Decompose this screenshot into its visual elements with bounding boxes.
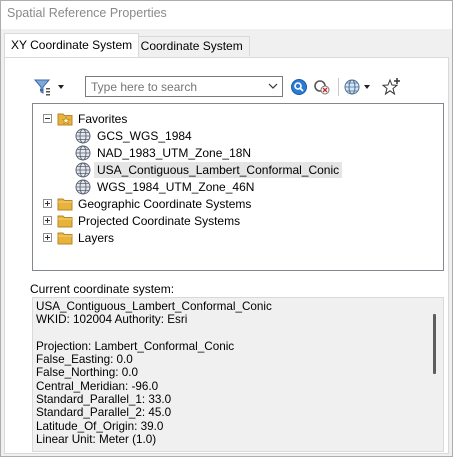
details-line: Latitude_Of_Origin: 39.0: [36, 419, 164, 433]
coordinate-system-tree[interactable]: Favorites GCS_WGS_1984 NAD_1983_UTM_Zone…: [32, 103, 444, 271]
filter-icon: [33, 79, 64, 96]
globe-icon: [75, 162, 91, 177]
tree-node-label: Geographic Coordinate Systems: [78, 196, 252, 211]
search-icon: [291, 79, 307, 95]
details-line: Linear Unit: Meter (1.0): [36, 432, 157, 446]
details-line: USA_Contiguous_Lambert_Conformal_Conic: [36, 300, 272, 313]
details-line: False_Northing: 0.0: [36, 366, 138, 380]
globe-dropdown-icon: [344, 79, 370, 95]
filter-button[interactable]: [31, 76, 71, 98]
tree-node-favorites[interactable]: Favorites: [43, 110, 127, 127]
search-input[interactable]: [89, 78, 265, 95]
chevron-down-icon[interactable]: [267, 80, 279, 92]
details-line: Projection: Lambert_Conformal_Conic: [36, 339, 235, 353]
folder-icon: [57, 198, 73, 210]
folder-icon: [57, 215, 73, 227]
clear-search-icon: [314, 80, 330, 95]
search-go-button[interactable]: [290, 76, 308, 98]
details-text: USA_Contiguous_Lambert_Conformal_Conic W…: [36, 300, 426, 446]
tab-z-coordinate-system[interactable]: Z Coordinate System: [123, 36, 250, 56]
tree-node-label: WGS_1984_UTM_Zone_46N: [97, 179, 255, 194]
details-line: [36, 327, 426, 340]
tree-node-label: Layers: [78, 230, 115, 245]
search-combobox[interactable]: [85, 76, 283, 97]
details-line: False_Easting: 0.0: [36, 353, 133, 367]
toolbar-separator: [338, 78, 339, 96]
expand-icon[interactable]: [43, 233, 52, 242]
globe-icon: [75, 179, 91, 194]
tab-strip: XY Coordinate System Z Coordinate System: [4, 33, 449, 57]
globe-icon: [75, 145, 91, 160]
current-coordinate-system-label: Current coordinate system:: [30, 282, 175, 296]
add-to-favorites-button[interactable]: [382, 76, 402, 98]
tree-node-label: USA_Contiguous_Lambert_Conformal_Conic: [93, 161, 343, 178]
toolbar: [31, 76, 431, 100]
details-line: Standard_Parallel_2: 45.0: [36, 406, 172, 420]
tree-node-label: NAD_1983_UTM_Zone_18N: [97, 145, 252, 160]
tree-node-layers[interactable]: Layers: [43, 229, 114, 246]
favorites-folder-icon: [57, 113, 73, 125]
details-line: WKID: 102004 Authority: Esri: [36, 313, 188, 327]
title-bar: Spatial Reference Properties: [1, 1, 452, 29]
tree-item-nad-1983-utm-zone-18n[interactable]: NAD_1983_UTM_Zone_18N: [75, 144, 251, 161]
tree-item-wgs-1984-utm-zone-46n[interactable]: WGS_1984_UTM_Zone_46N: [75, 178, 254, 195]
expand-icon[interactable]: [43, 216, 52, 225]
details-line: Central_Meridian: -96.0: [36, 379, 159, 393]
tree-node-label: GCS_WGS_1984: [97, 128, 192, 143]
clear-search-button[interactable]: [312, 76, 332, 98]
current-coordinate-system-details[interactable]: USA_Contiguous_Lambert_Conformal_Conic W…: [32, 297, 444, 452]
tree-node-geographic-coordinate-systems[interactable]: Geographic Coordinate Systems: [43, 195, 251, 212]
expand-icon[interactable]: [43, 199, 52, 208]
tab-xy-coordinate-system[interactable]: XY Coordinate System: [4, 33, 140, 57]
scrollbar-thumb[interactable]: [433, 314, 436, 374]
tree-item-gcs-wgs-1984[interactable]: GCS_WGS_1984: [75, 127, 192, 144]
tree-item-usa-contiguous-lambert-conformal-conic[interactable]: USA_Contiguous_Lambert_Conformal_Conic: [75, 161, 343, 178]
details-line: Standard_Parallel_1: 33.0: [36, 393, 172, 407]
spatial-reference-dialog: Spatial Reference Properties XY Coordina…: [0, 0, 453, 457]
tree-node-label: Favorites: [78, 111, 128, 126]
details-scrollbar[interactable]: [426, 298, 443, 451]
tree-node-label: Projected Coordinate Systems: [78, 213, 241, 228]
xy-coordinate-panel: Favorites GCS_WGS_1984 NAD_1983_UTM_Zone…: [4, 57, 449, 454]
tree-node-projected-coordinate-systems[interactable]: Projected Coordinate Systems: [43, 212, 240, 229]
collapse-icon[interactable]: [43, 114, 52, 123]
folder-icon: [57, 232, 73, 244]
add-favorite-icon: [382, 78, 400, 96]
globe-icon: [75, 128, 91, 143]
add-coordinate-system-button[interactable]: [344, 76, 374, 98]
window-title: Spatial Reference Properties: [7, 6, 167, 20]
